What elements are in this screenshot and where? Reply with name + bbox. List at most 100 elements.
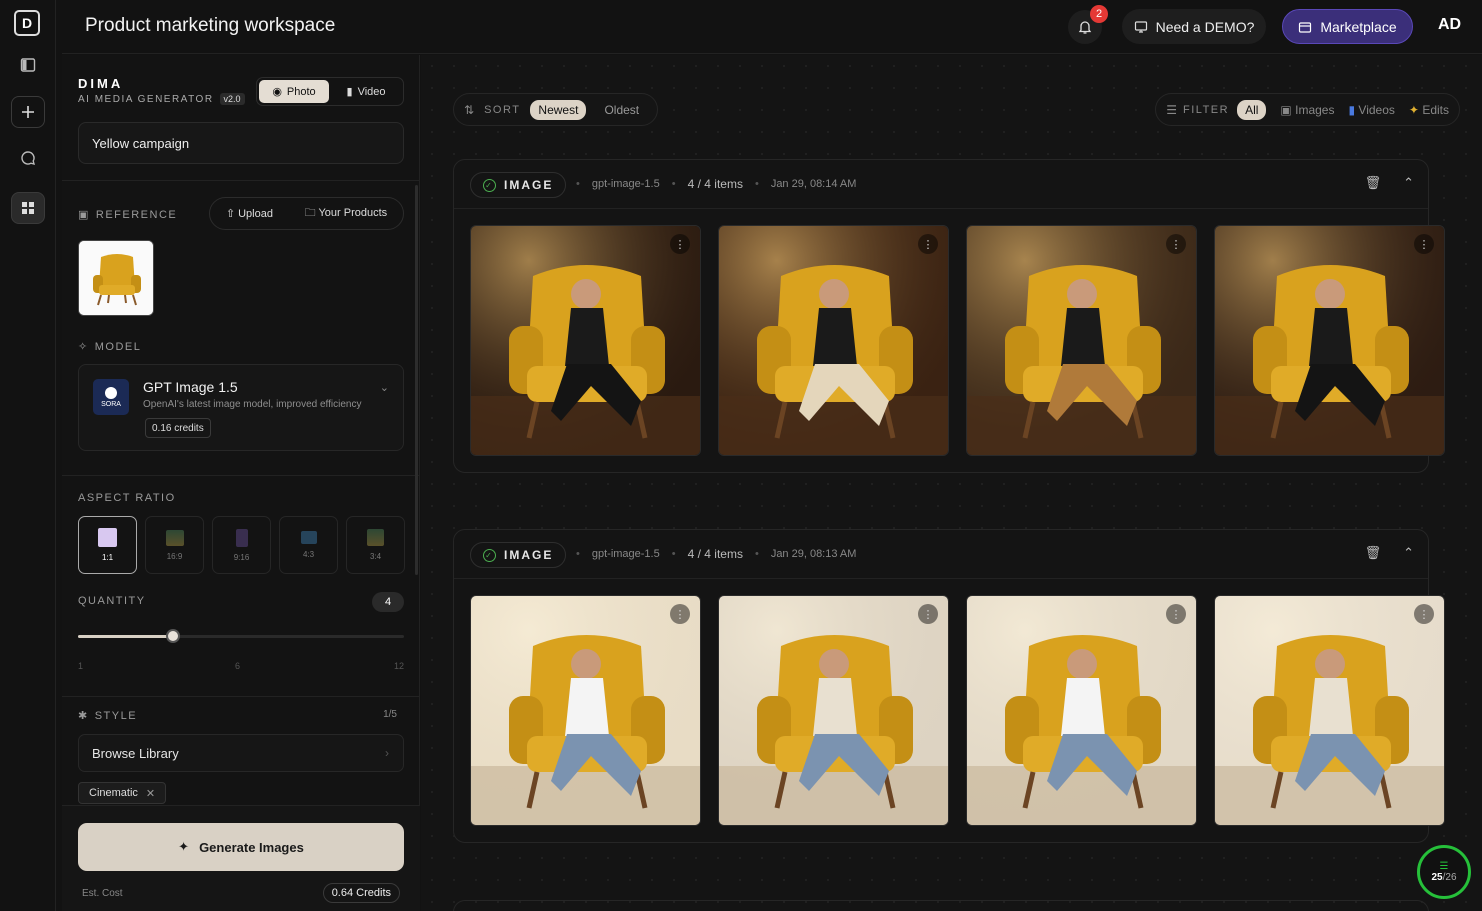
- model-in-yellow-chair-image: [471, 596, 700, 825]
- generated-image-thumbnail[interactable]: ⋮: [1214, 225, 1445, 456]
- trash-icon[interactable]: 🗑: [1365, 545, 1382, 561]
- store-icon: [1299, 21, 1312, 33]
- portrait-icon: [235, 528, 248, 547]
- quantity-slider-handle[interactable]: [165, 629, 180, 643]
- model-selector[interactable]: SORA GPT Image 1.5 OpenAI's latest image…: [78, 364, 404, 451]
- filter-icon: ☰: [1166, 102, 1177, 117]
- generated-image-thumbnail[interactable]: ⋮: [966, 225, 1197, 456]
- upload-button[interactable]: ⇧ Upload: [226, 207, 273, 220]
- more-options-icon[interactable]: ⋮: [918, 604, 938, 624]
- generate-images-label: Generate Images: [199, 839, 304, 855]
- more-options-icon[interactable]: ⋮: [1166, 234, 1186, 254]
- sidebar-toggle-icon[interactable]: [11, 49, 45, 81]
- aspect-option-label: 16:9: [166, 551, 183, 561]
- sort-label: SORT: [484, 103, 521, 116]
- app-logo[interactable]: D: [14, 10, 40, 36]
- chevron-up-icon[interactable]: ⌃: [1403, 175, 1414, 191]
- model-credits-badge: 0.16 credits: [145, 418, 211, 438]
- landscape-icon: [165, 529, 184, 546]
- model-in-yellow-chair-image: [719, 226, 948, 455]
- reference-image-thumbnail[interactable]: [78, 240, 154, 316]
- group-item-count: 4 / 4 items: [687, 547, 743, 561]
- more-options-icon[interactable]: ⋮: [1414, 234, 1434, 254]
- sort-newest-button[interactable]: Newest: [530, 99, 587, 120]
- aspect-option-16-9[interactable]: 16:9: [145, 516, 204, 574]
- group-thumbnails: ⋮ ⋮ ⋮ ⋮: [470, 595, 1445, 826]
- model-in-yellow-chair-image: [1215, 226, 1444, 455]
- model-in-yellow-chair-image: [471, 226, 700, 455]
- generation-progress-indicator[interactable]: ☰ 25/26: [1417, 845, 1471, 899]
- filter-edits-button[interactable]: ✦ Edits: [1409, 103, 1449, 117]
- mode-video-button[interactable]: ▮ Video: [331, 80, 401, 103]
- video-icon: ▮: [1348, 102, 1356, 117]
- need-demo-button[interactable]: Need a DEMO?: [1122, 9, 1266, 44]
- chevron-up-icon[interactable]: ⌃: [1403, 545, 1414, 561]
- user-avatar[interactable]: AD: [1438, 16, 1461, 34]
- quantity-label: QUANTITY: [78, 595, 146, 607]
- subtitle-text: AI MEDIA GENERATOR: [78, 93, 214, 105]
- aspect-option-1-1[interactable]: 1:1: [78, 516, 137, 574]
- generated-image-thumbnail[interactable]: ⋮: [718, 225, 949, 456]
- group-date: Jan 29, 08:14 AM: [770, 178, 857, 190]
- more-options-icon[interactable]: ⋮: [670, 604, 690, 624]
- generate-footer: ✦ Generate Images Est. Cost 0.64 Credits: [62, 805, 420, 911]
- generated-image-thumbnail[interactable]: ⋮: [470, 595, 701, 826]
- filter-images-button[interactable]: ▣ Images: [1280, 103, 1334, 117]
- filter-bar: ☰ FILTER All ▣ Images ▮ Videos ✦ Edits: [1155, 93, 1460, 126]
- trash-icon[interactable]: 🗑: [1365, 175, 1382, 191]
- reference-label: REFERENCE: [95, 208, 178, 221]
- marketplace-button[interactable]: Marketplace: [1282, 9, 1413, 44]
- generated-image-thumbnail[interactable]: ⋮: [966, 595, 1197, 826]
- generated-image-thumbnail[interactable]: ⋮: [1214, 595, 1445, 826]
- tv-icon: [300, 531, 317, 544]
- group-thumbnails: ⋮ ⋮ ⋮ ⋮: [470, 225, 1445, 456]
- project-name-input[interactable]: Yellow campaign: [78, 122, 404, 164]
- group-header: ✓ IMAGE • gpt-image-1.5 • 4 / 4 items • …: [454, 160, 1428, 209]
- generation-group-2: ✓ IMAGE • gpt-image-1.5 • 4 / 4 items • …: [453, 529, 1445, 843]
- reference-section-label: ▣ REFERENCE: [78, 208, 178, 222]
- tick-mid: 6: [235, 661, 241, 671]
- group-type-badge: ✓ IMAGE: [470, 172, 567, 198]
- more-options-icon[interactable]: ⋮: [1414, 604, 1434, 624]
- generated-image-thumbnail[interactable]: ⋮: [470, 225, 701, 456]
- close-icon[interactable]: ✕: [146, 787, 155, 800]
- your-products-button[interactable]: 🗀 Your Products: [305, 204, 388, 223]
- group-meta: • gpt-image-1.5 • 4 / 4 items • Jan 29, …: [576, 177, 857, 191]
- new-item-icon[interactable]: [11, 96, 45, 128]
- est-cost-value: 0.64 Credits: [322, 883, 400, 903]
- more-options-icon[interactable]: ⋮: [918, 234, 938, 254]
- aspect-ratio-section-label: ASPECT RATIO: [78, 492, 176, 504]
- mode-video-label: Video: [357, 85, 386, 98]
- style-chip-cinematic[interactable]: Cinematic ✕: [78, 782, 167, 804]
- generate-images-button[interactable]: ✦ Generate Images: [78, 823, 404, 871]
- style-section-label: ✱ STYLE: [78, 709, 137, 723]
- more-options-icon[interactable]: ⋮: [1166, 604, 1186, 624]
- generated-image-thumbnail[interactable]: ⋮: [718, 595, 949, 826]
- generation-group-1: ✓ IMAGE • gpt-image-1.5 • 4 / 4 items • …: [453, 159, 1445, 473]
- yellow-chair-image: [79, 241, 153, 315]
- grid-icon[interactable]: [11, 192, 45, 224]
- mode-photo-label: Photo: [286, 85, 316, 98]
- style-chip-label: Cinematic: [89, 787, 138, 799]
- aspect-ratio-label: ASPECT RATIO: [78, 492, 176, 504]
- aspect-option-3-4[interactable]: 3:4: [346, 516, 405, 574]
- aspect-option-9-16[interactable]: 9:16: [212, 516, 271, 574]
- chat-icon[interactable]: [11, 142, 45, 174]
- aspect-option-4-3[interactable]: 4:3: [279, 516, 338, 574]
- notifications-button[interactable]: 2: [1068, 5, 1108, 44]
- sparkle-icon: ✦: [178, 839, 190, 854]
- browse-library-button[interactable]: Browse Library ›: [78, 734, 404, 772]
- model-logo-text: SORA: [101, 400, 121, 408]
- filter-all-button[interactable]: All: [1237, 99, 1267, 120]
- quantity-slider[interactable]: [78, 629, 404, 643]
- sort-oldest-button[interactable]: Oldest: [596, 100, 647, 120]
- divider: [62, 180, 420, 181]
- mode-photo-button[interactable]: ◉ Photo: [259, 80, 329, 103]
- gallery-area: ⇅ SORT Newest Oldest ☰ FILTER All ▣ Imag…: [421, 55, 1482, 911]
- more-options-icon[interactable]: ⋮: [670, 234, 690, 254]
- model-in-yellow-chair-image: [967, 226, 1196, 455]
- filter-videos-button[interactable]: ▮ Videos: [1348, 103, 1394, 117]
- panel-scrollbar[interactable]: [415, 185, 418, 575]
- check-circle-icon: ✓: [483, 178, 496, 192]
- quantity-slider-fill: [78, 635, 173, 638]
